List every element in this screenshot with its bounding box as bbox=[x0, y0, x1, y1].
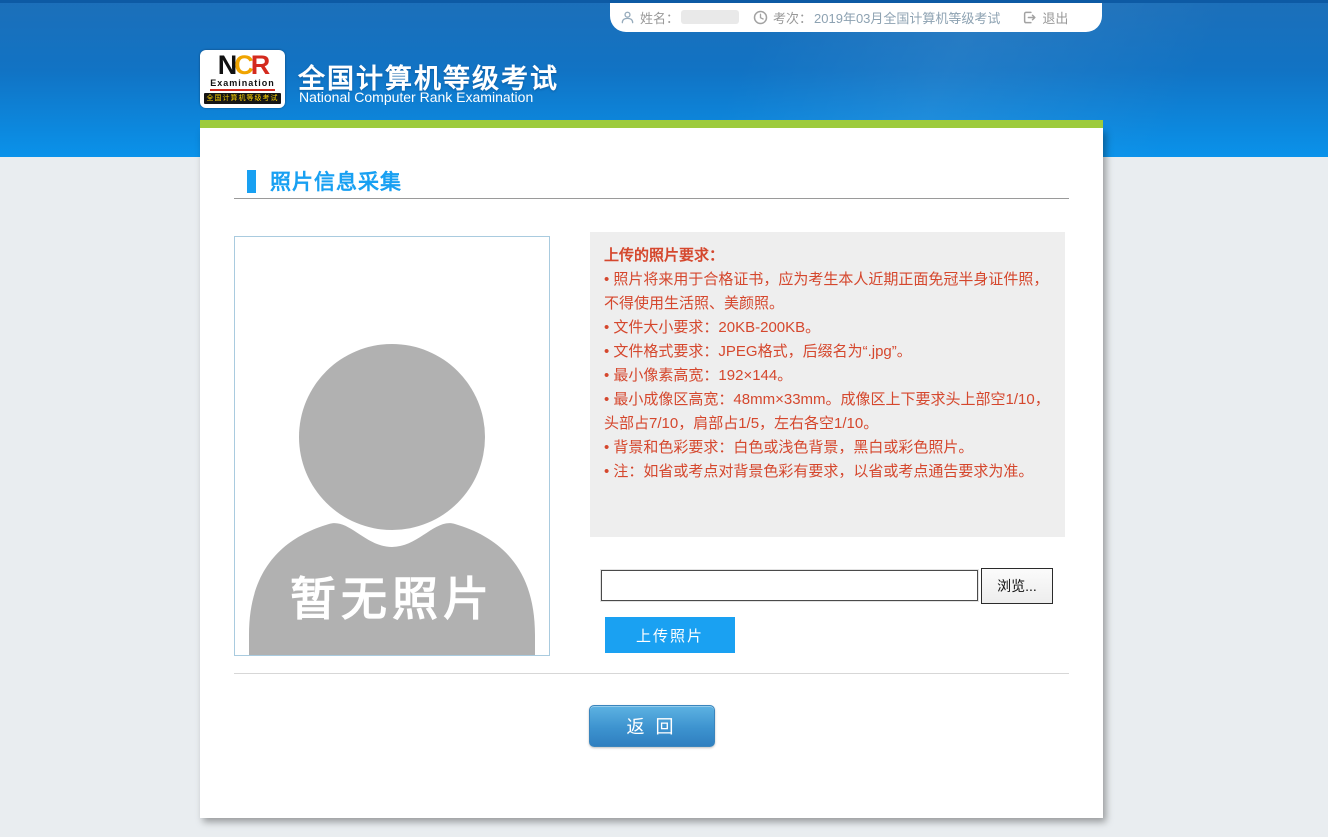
photo-placeholder: 暂无照片 bbox=[234, 236, 550, 656]
page-title: 照片信息采集 bbox=[270, 166, 402, 196]
section-marker bbox=[247, 170, 256, 193]
user-icon bbox=[620, 10, 635, 25]
back-button-row: 返 回 bbox=[200, 705, 1103, 747]
photo-collection-page: 姓名： 考次： 2019年03月全国计算机等级考试 退出 NCR Examina… bbox=[0, 0, 1328, 837]
ncre-logo-examination: Examination bbox=[210, 78, 275, 91]
top-accent-line bbox=[0, 0, 1328, 3]
green-accent-bar bbox=[200, 120, 1103, 128]
person-silhouette-icon: 暂无照片 bbox=[235, 237, 550, 656]
session-value: 2019年03月全国计算机等级考试 bbox=[814, 8, 1000, 27]
requirement-item: • 文件格式要求：JPEG格式，后缀名为“.jpg”。 bbox=[604, 340, 1053, 364]
ncre-logo-caption: 全国计算机等级考试 bbox=[204, 93, 281, 104]
section-header: 照片信息采集 bbox=[247, 166, 402, 196]
title-divider bbox=[234, 198, 1069, 199]
requirement-item: • 照片将来用于合格证书，应为考生本人近期正面免冠半身证件照，不得使用生活照、美… bbox=[604, 268, 1053, 316]
clock-icon bbox=[753, 10, 768, 25]
back-button[interactable]: 返 回 bbox=[589, 705, 715, 747]
requirement-item: • 背景和色彩要求：白色或浅色背景，黑白或彩色照片。 bbox=[604, 436, 1053, 460]
session-label: 考次： bbox=[773, 8, 812, 27]
requirements-title: 上传的照片要求： bbox=[604, 244, 1053, 268]
content-card: 照片信息采集 暂无照片 上传的照片要求： • 照片将来用于合格证书，应为考生本人… bbox=[200, 128, 1103, 818]
logout-button[interactable]: 退出 bbox=[1022, 8, 1068, 27]
name-label: 姓名： bbox=[640, 8, 679, 27]
logout-icon bbox=[1022, 10, 1037, 25]
bottom-divider bbox=[234, 673, 1069, 674]
browse-button[interactable]: 浏览... bbox=[981, 568, 1053, 604]
requirement-item: • 注：如省或考点对背景色彩有要求，以省或考点通告要求为准。 bbox=[604, 460, 1053, 484]
user-info-bar: 姓名： 考次： 2019年03月全国计算机等级考试 退出 bbox=[610, 2, 1102, 32]
file-path-input[interactable] bbox=[601, 570, 978, 601]
no-photo-text: 暂无照片 bbox=[290, 573, 494, 625]
upload-requirements-panel: 上传的照片要求： • 照片将来用于合格证书，应为考生本人近期正面免冠半身证件照，… bbox=[590, 232, 1065, 537]
requirement-item: • 文件大小要求：20KB-200KB。 bbox=[604, 316, 1053, 340]
site-subtitle: National Computer Rank Examination bbox=[299, 89, 533, 105]
upload-photo-button[interactable]: 上传照片 bbox=[605, 617, 735, 653]
requirement-item: • 最小像素高宽：192×144。 bbox=[604, 364, 1053, 388]
user-name-redacted bbox=[681, 10, 739, 24]
requirement-item: • 最小成像区高宽：48mm×33mm。成像区上下要求头上部空1/10，头部占7… bbox=[604, 388, 1053, 436]
logout-label: 退出 bbox=[1042, 8, 1068, 27]
ncre-logo: NCR Examination 全国计算机等级考试 bbox=[200, 50, 285, 108]
ncre-logo-letters: NCR bbox=[218, 52, 268, 78]
